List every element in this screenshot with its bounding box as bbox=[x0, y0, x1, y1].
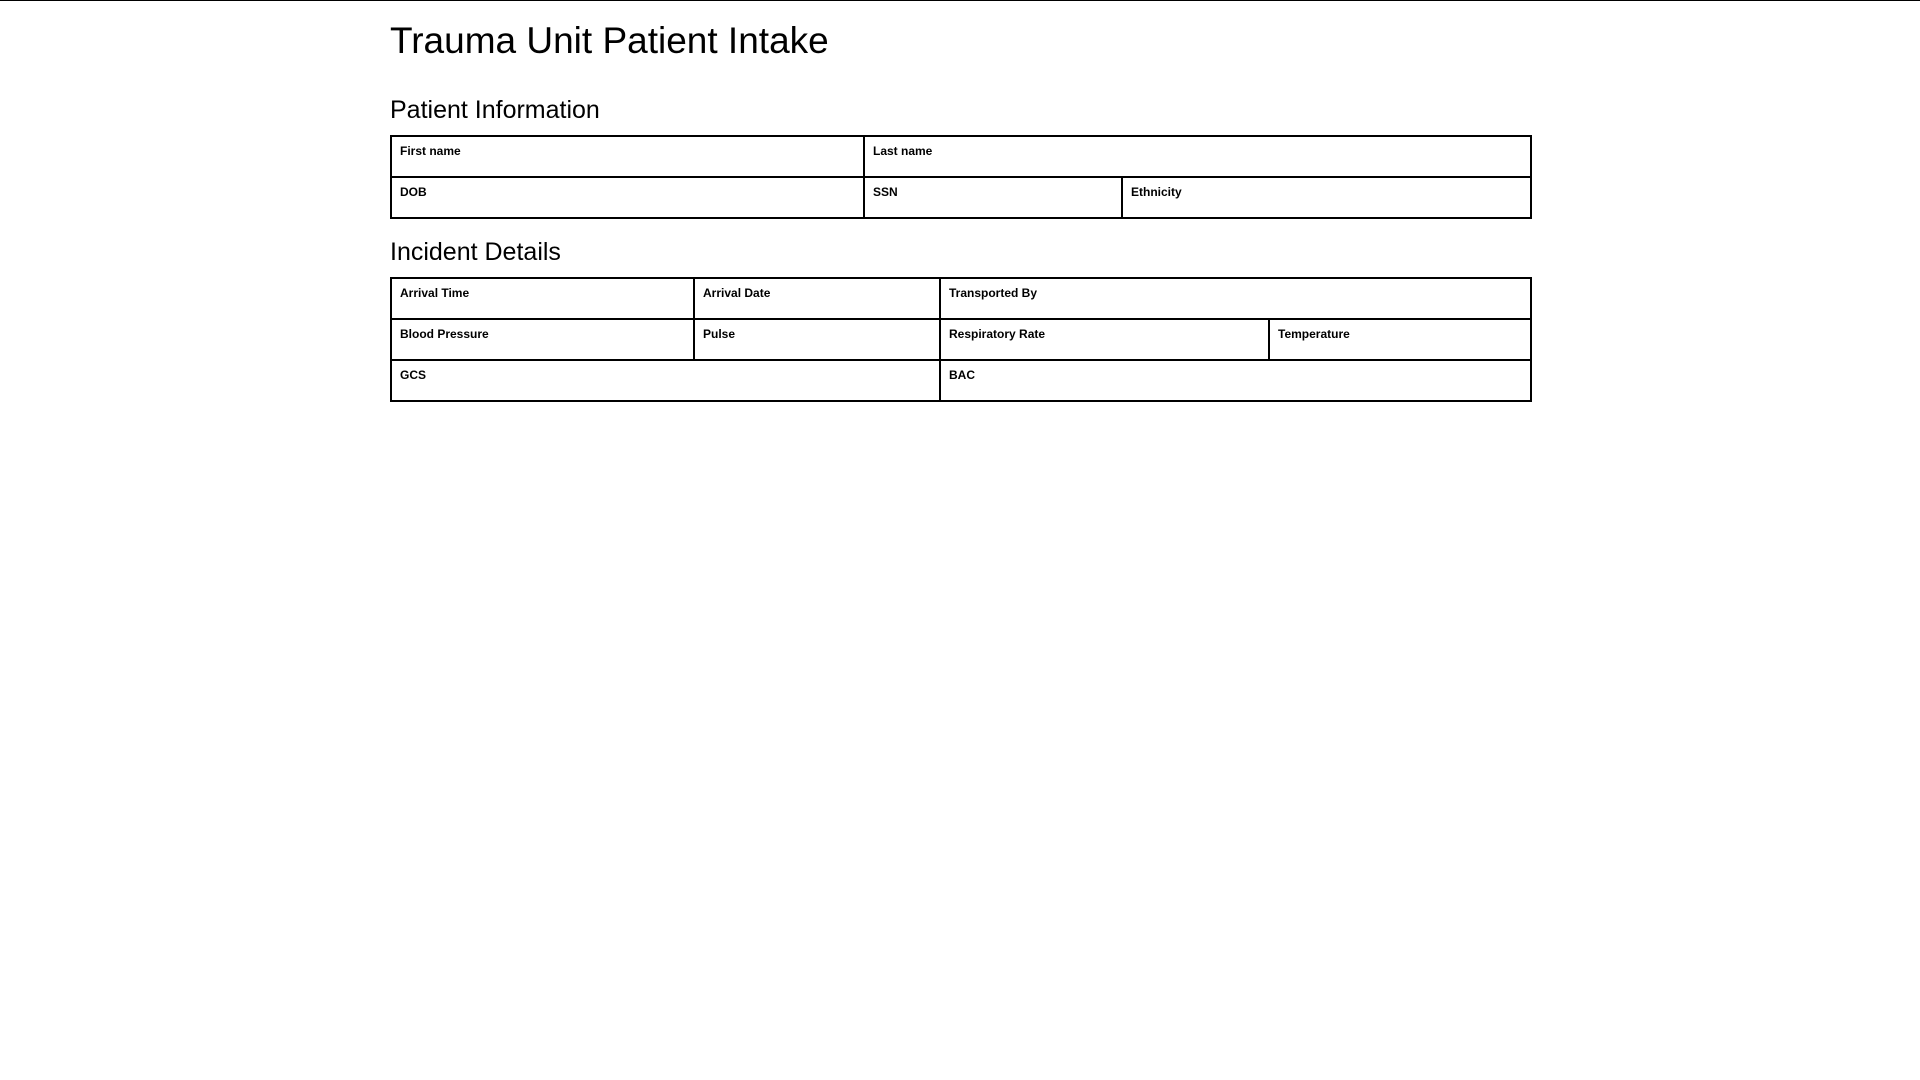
dob-field[interactable]: DOB bbox=[390, 176, 865, 219]
dob-value[interactable] bbox=[400, 199, 855, 215]
transported-by-value[interactable] bbox=[949, 300, 1522, 316]
vitals-row: Blood Pressure Pulse Respiratory Rate Te… bbox=[390, 318, 1532, 361]
last-name-field[interactable]: Last name bbox=[862, 135, 1533, 178]
first-name-label: First name bbox=[400, 144, 461, 158]
transported-by-label: Transported By bbox=[949, 286, 1038, 300]
dob-label: DOB bbox=[400, 185, 427, 199]
pulse-value[interactable] bbox=[703, 341, 931, 357]
arrival-date-label: Arrival Date bbox=[703, 286, 771, 300]
top-border-line bbox=[0, 0, 1920, 1]
ethnicity-label: Ethnicity bbox=[1131, 185, 1182, 199]
patient-information-heading: Patient Information bbox=[390, 96, 600, 124]
incident-details-table: Arrival Time Arrival Date Transported By… bbox=[390, 277, 1532, 402]
temperature-field[interactable]: Temperature bbox=[1268, 318, 1532, 361]
bac-value[interactable] bbox=[949, 382, 1522, 398]
arrival-time-field[interactable]: Arrival Time bbox=[390, 277, 695, 320]
gcs-label: GCS bbox=[400, 368, 427, 382]
ethnicity-field[interactable]: Ethnicity bbox=[1120, 176, 1533, 219]
assessment-row: GCS BAC bbox=[390, 359, 1532, 402]
blood-pressure-label: Blood Pressure bbox=[400, 327, 489, 341]
last-name-value[interactable] bbox=[873, 158, 1522, 174]
patient-identity-row: DOB SSN Ethnicity bbox=[390, 176, 1533, 219]
arrival-date-value[interactable] bbox=[703, 300, 931, 316]
temperature-label: Temperature bbox=[1278, 327, 1350, 341]
respiratory-rate-value[interactable] bbox=[949, 341, 1260, 357]
transported-by-field[interactable]: Transported By bbox=[939, 277, 1532, 320]
arrival-date-field[interactable]: Arrival Date bbox=[693, 277, 941, 320]
arrival-time-value[interactable] bbox=[400, 300, 685, 316]
ssn-field[interactable]: SSN bbox=[863, 176, 1123, 219]
ethnicity-value[interactable] bbox=[1131, 199, 1522, 215]
patient-name-row: First name Last name bbox=[390, 135, 1533, 178]
arrival-row: Arrival Time Arrival Date Transported By bbox=[390, 277, 1532, 320]
page-title: Trauma Unit Patient Intake bbox=[390, 20, 829, 61]
gcs-field[interactable]: GCS bbox=[390, 359, 941, 402]
intake-form: Trauma Unit Patient Intake Patient Infor… bbox=[390, 18, 1533, 402]
first-name-value[interactable] bbox=[400, 158, 855, 174]
patient-information-table: First name Last name DOB SSN Ethnicity bbox=[390, 135, 1533, 219]
pulse-label: Pulse bbox=[703, 327, 736, 341]
incident-details-heading: Incident Details bbox=[390, 238, 561, 266]
pulse-field[interactable]: Pulse bbox=[693, 318, 941, 361]
last-name-label: Last name bbox=[873, 144, 933, 158]
blood-pressure-value[interactable] bbox=[400, 341, 685, 357]
respiratory-rate-label: Respiratory Rate bbox=[949, 327, 1046, 341]
bac-label: BAC bbox=[949, 368, 975, 382]
temperature-value[interactable] bbox=[1278, 341, 1522, 357]
ssn-value[interactable] bbox=[873, 199, 1113, 215]
ssn-label: SSN bbox=[873, 185, 898, 199]
blood-pressure-field[interactable]: Blood Pressure bbox=[390, 318, 695, 361]
arrival-time-label: Arrival Time bbox=[400, 286, 470, 300]
bac-field[interactable]: BAC bbox=[939, 359, 1532, 402]
respiratory-rate-field[interactable]: Respiratory Rate bbox=[939, 318, 1270, 361]
gcs-value[interactable] bbox=[400, 382, 931, 398]
first-name-field[interactable]: First name bbox=[390, 135, 865, 178]
